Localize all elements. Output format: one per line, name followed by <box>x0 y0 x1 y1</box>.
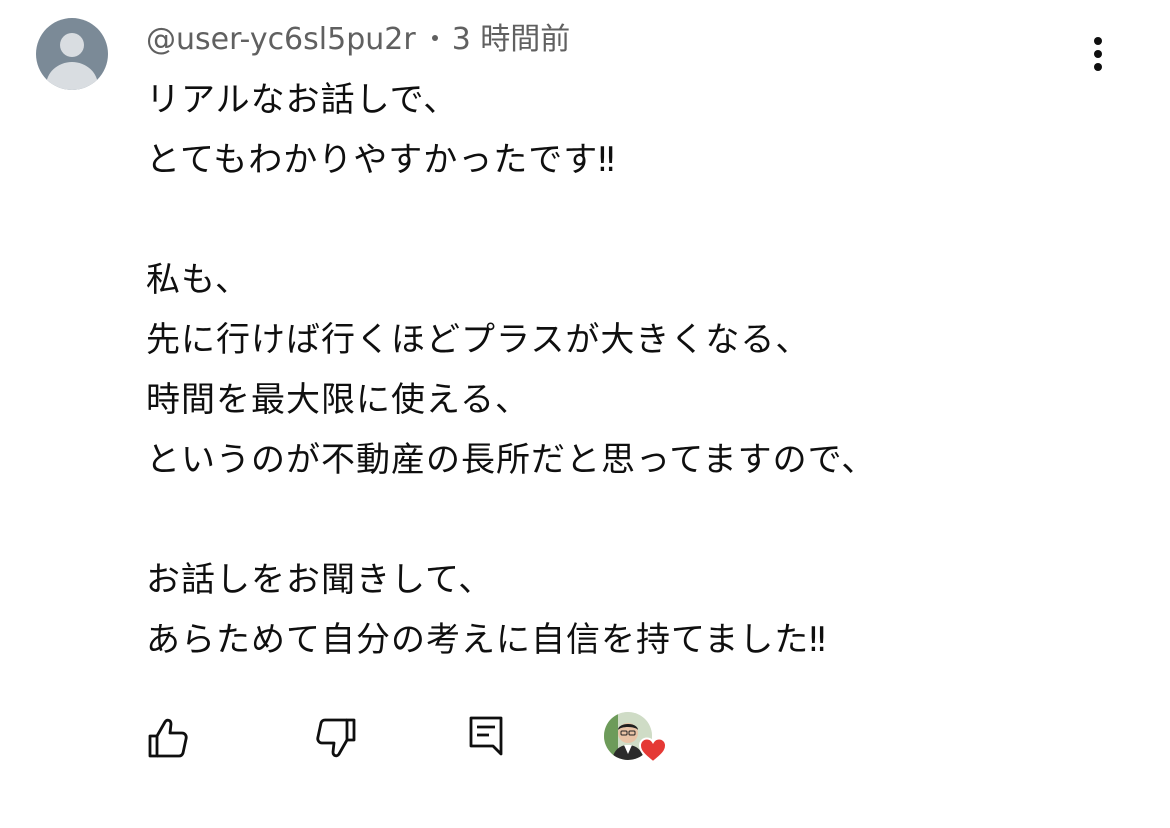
reply-button[interactable] <box>466 714 506 758</box>
thumbs-down-icon <box>316 718 356 758</box>
heart-icon <box>638 737 668 764</box>
reply-comment-icon <box>469 716 503 756</box>
comment-text: リアルなお話しで、 とてもわかりやすかったです‼︎ 私も、 先に行けば行くほどプ… <box>146 70 1126 670</box>
creator-heart-badge <box>604 712 670 768</box>
default-avatar-icon[interactable] <box>36 18 108 90</box>
comment-time[interactable]: 3 時間前 <box>452 22 571 57</box>
thumbs-up-icon <box>148 718 188 758</box>
like-button[interactable] <box>146 716 190 760</box>
comment-line: あらためて自分の考えに自信を持てました‼︎ <box>146 620 827 660</box>
comment-line: 時間を最大限に使える、 <box>146 380 530 420</box>
comment-line: というのが不動産の長所だと思ってますので、 <box>146 440 877 480</box>
dislike-button[interactable] <box>314 716 358 760</box>
separator-dot <box>431 34 438 41</box>
comment-actions <box>0 700 1170 780</box>
comment-line: お話しをお聞きして、 <box>146 560 494 600</box>
comment-line: リアルなお話しで、 <box>146 80 459 120</box>
comment-line <box>146 490 1126 550</box>
comment-line: 先に行けば行くほどプラスが大きくなる、 <box>146 320 811 360</box>
comment-header: @user-yc6sl5pu2r 3 時間前 <box>146 20 570 60</box>
author-name[interactable]: @user-yc6sl5pu2r <box>146 22 416 57</box>
avatar-head <box>60 33 84 57</box>
comment-line <box>146 190 1126 250</box>
comment-line: 私も、 <box>146 260 250 300</box>
avatar-body <box>46 62 98 90</box>
comment-thread: @user-yc6sl5pu2r 3 時間前 リアルなお話しで、 とてもわかりやす… <box>0 0 1170 828</box>
comment-line: とてもわかりやすかったです‼︎ <box>146 140 616 180</box>
